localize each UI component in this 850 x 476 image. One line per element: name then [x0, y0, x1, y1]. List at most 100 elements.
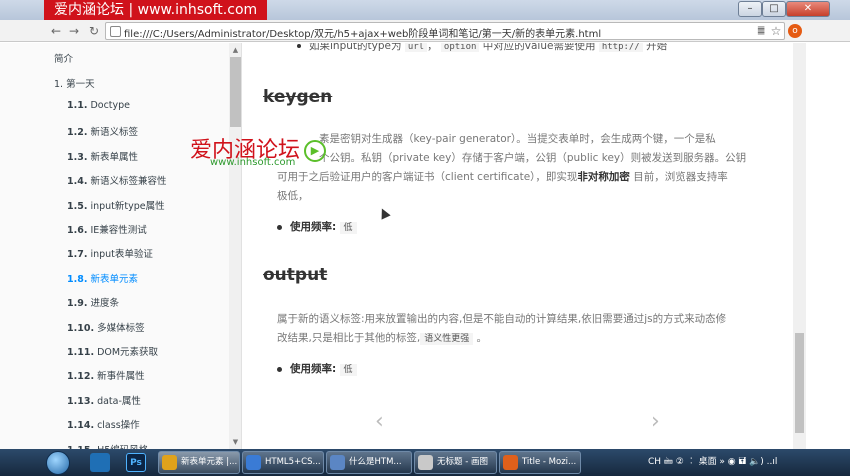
main-scroll-thumb[interactable] [795, 333, 804, 433]
url-text: file:///C:/Users/Administrator/Desktop/双… [124, 29, 602, 40]
sidebar-item[interactable]: 1.15.H5编码风格 [67, 442, 148, 449]
main-scrollbar[interactable] [793, 43, 806, 449]
taskbar-task[interactable]: HTML5+CS... [242, 451, 324, 474]
sidebar-scroll-thumb[interactable] [230, 57, 241, 127]
maximize-button[interactable]: □ [762, 1, 786, 17]
keygen-para-line-2: 个公钥。私钥（private key）存储于客户端，公钥（public key）… [319, 152, 747, 164]
taskbar-app-icon [503, 455, 518, 470]
windows-start-icon[interactable] [46, 451, 70, 475]
sidebar-item-number: 1.13. [67, 395, 95, 407]
quick-launch-app-icon[interactable] [90, 453, 110, 472]
back-arrow-icon[interactable]: ← [48, 23, 64, 39]
sidebar-item[interactable]: 1.2. 新语义标签 [67, 124, 138, 138]
address-bar[interactable]: file:///C:/Users/Administrator/Desktop/双… [105, 22, 785, 40]
sidebar-item[interactable]: 1.5. input新type属性 [67, 198, 165, 212]
taskbar-app-icon [246, 455, 261, 470]
bullet-dot [277, 224, 282, 230]
sidebar-item-label: Doctype [90, 100, 131, 111]
sidebar-scrollbar[interactable]: ▲ ▼ [229, 43, 241, 449]
prev-page-arrow-icon[interactable]: ‹ [375, 409, 384, 434]
sidebar-item-number: 1.4. [67, 176, 88, 188]
taskbar-task[interactable]: 无标题 - 画图 [414, 451, 497, 474]
taskbar-task-label: 什么是HTM... [349, 457, 402, 467]
sidebar-chapter-1[interactable]: 1. 第一天 [54, 76, 95, 90]
output-para-line-1: 属于新的语义标签:用来放置输出的内容,但是不能自动的计算结果,依旧需要通过js的… [277, 313, 727, 325]
photoshop-icon[interactable]: Ps [126, 453, 146, 472]
sidebar-item-label: input新type属性 [90, 200, 165, 212]
taskbar-task-label: HTML5+CS... [265, 457, 321, 467]
taskbar-task[interactable]: Title - Mozi... [499, 451, 581, 474]
sidebar-item-label: input表单验证 [90, 249, 153, 261]
sidebar-item[interactable]: 1.9. 进度条 [67, 295, 119, 309]
system-tray: CH 🖮 ② ︰ 桌面 » ◉ 🖬 🔈) ..ıl [648, 457, 778, 467]
output-heading: output [263, 265, 328, 285]
keygen-frequency: 使用频率: 低 [277, 219, 357, 234]
taskbar: Ps 新表单元素 |... HTML5+CS... 什么是HTM... 无标题 - 画… [0, 449, 850, 476]
translate-icon[interactable]: ䷀ [753, 23, 769, 39]
sidebar-item[interactable]: 1.10. 多媒体标签 [67, 320, 145, 334]
sidebar-item[interactable]: 1.14. class操作 [67, 417, 140, 431]
main-content: 如果input的type为 url， option 中对应的value需要使用 … [243, 43, 793, 449]
minimize-button[interactable]: – [738, 1, 762, 17]
browser-menu-icon[interactable]: o [788, 24, 802, 38]
sidebar-item-number: 1.14. [67, 420, 95, 432]
sidebar-item-intro[interactable]: 简介 [54, 51, 73, 65]
sidebar-item-number: 1.7. [67, 249, 88, 261]
sidebar-item-label: 多媒体标签 [97, 322, 145, 334]
sidebar-item-label: class操作 [97, 420, 140, 432]
star-icon[interactable]: ☆ [768, 23, 784, 39]
play-icon: ▶ [304, 140, 327, 162]
sidebar-item[interactable]: 1.12. 新事件属性 [67, 368, 145, 382]
taskbar-task[interactable]: 新表单元素 |... [158, 451, 240, 474]
sidebar-item-label: data-属性 [97, 395, 141, 407]
top-bullet-line: 如果input的type为 url， option 中对应的value需要使用 … [297, 43, 667, 57]
watermark-url: www.inhsoft.com [210, 157, 296, 168]
output-para-line-2: 改结果,只是相比于其他的标签, 语义性更强 。 [277, 332, 488, 345]
window-title-bar: 爱内涵论坛 | www.inhsoft.com – □ ✕ [0, 0, 850, 20]
sidebar-item[interactable]: 1.8. 新表单元素 [67, 271, 138, 285]
watermark-banner: 爱内涵论坛 | www.inhsoft.com [44, 0, 268, 20]
sidebar-item-label: 进度条 [90, 298, 119, 310]
taskbar-task[interactable]: 什么是HTM... [326, 451, 412, 474]
sidebar-item[interactable]: 1.13. data-属性 [67, 393, 141, 407]
sidebar-item-number: 1.9. [67, 298, 88, 310]
taskbar-app-icon [330, 455, 345, 470]
forward-arrow-icon[interactable]: → [66, 23, 82, 39]
sidebar-item[interactable]: 1.1. Doctype [67, 100, 130, 111]
sidebar-item-number: 1.6. [67, 225, 88, 236]
sidebar-item-number: 1.8. [67, 273, 88, 285]
sidebar-item[interactable]: 1.7. input表单验证 [67, 246, 153, 260]
sidebar-item-label: 新表单属性 [90, 151, 138, 163]
keygen-para-line-4: 极低， [277, 190, 309, 202]
sidebar-item[interactable]: 1.11. DOM元素获取 [67, 344, 158, 358]
sidebar-item[interactable]: 1.6. IE兼容性测试 [67, 222, 147, 236]
keygen-para-line-3: 可用于之后验证用户的客户端证书（client certificate），即实现非… [277, 171, 728, 183]
taskbar-app-icon [162, 455, 177, 470]
sidebar-item-label: 新事件属性 [97, 371, 145, 383]
sidebar-item-label: 新语义标签兼容性 [90, 176, 167, 188]
sidebar-item-number: 1.1. [67, 100, 88, 111]
scroll-down-icon[interactable]: ▼ [231, 438, 240, 447]
sidebar-item-number: 1.3. [67, 151, 88, 163]
taskbar-app-icon [418, 455, 433, 470]
sidebar-item[interactable]: 1.3. 新表单属性 [67, 149, 138, 163]
sidebar-item[interactable]: 1.4. 新语义标签兼容性 [67, 173, 166, 187]
sidebar-item-number: 1.10. [67, 322, 95, 334]
keygen-para-line-1: 素是密钥对生成器（key-pair generator）。当提交表单时，会生成两… [319, 133, 716, 145]
sidebar-item-number: 1.11. [67, 347, 95, 358]
browser-toolbar: ← → ↻ file:///C:/Users/Administrator/Des… [0, 20, 850, 42]
keygen-heading: keygen [263, 87, 333, 107]
close-button[interactable]: ✕ [786, 1, 830, 17]
sidebar-item-number: 1.5. [67, 200, 88, 212]
file-icon [110, 26, 121, 37]
bullet-dot [297, 44, 301, 48]
sidebar-item-number: 1.2. [67, 127, 88, 139]
sidebar-item-label: 新语义标签 [90, 127, 138, 139]
bullet-dot [277, 366, 282, 372]
output-frequency: 使用频率: 低 [277, 361, 357, 376]
reload-icon[interactable]: ↻ [86, 23, 102, 39]
scroll-up-icon[interactable]: ▲ [231, 46, 240, 55]
sidebar-item-label: 新表单元素 [90, 273, 138, 285]
next-page-arrow-icon[interactable]: › [651, 409, 660, 434]
taskbar-task-label: Title - Mozi... [522, 457, 577, 467]
